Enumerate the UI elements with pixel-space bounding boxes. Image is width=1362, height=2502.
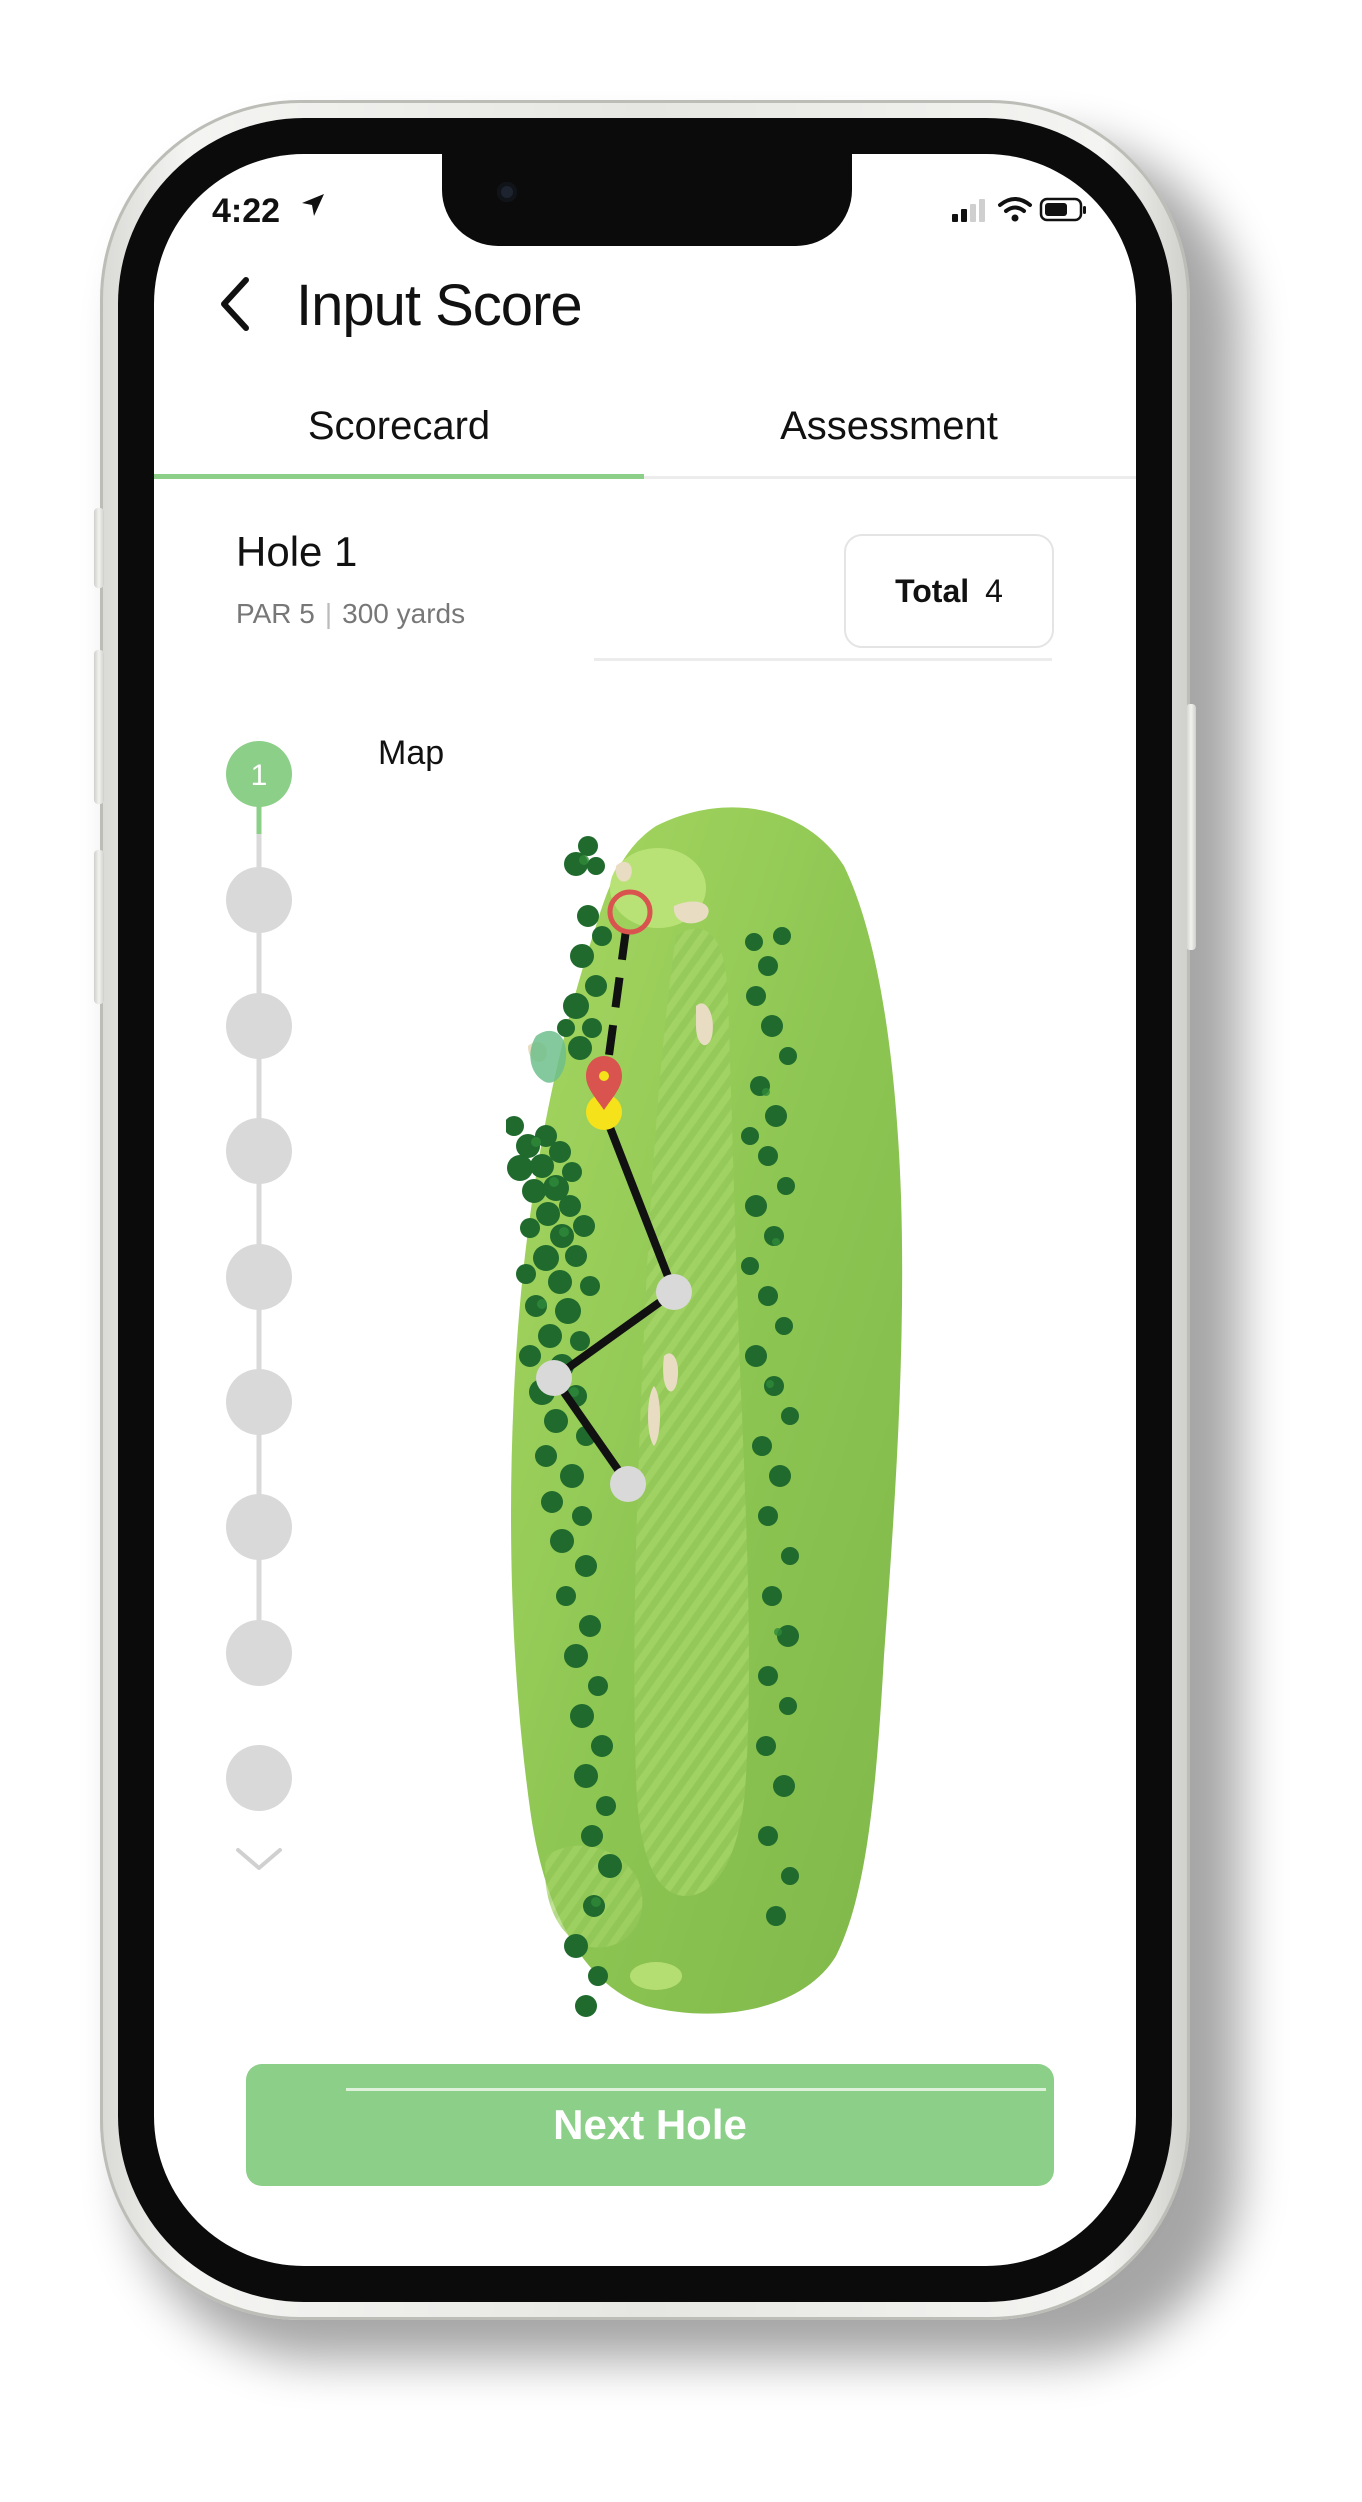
next-hole-label: Next Hole [553, 2101, 747, 2148]
notch [442, 154, 852, 246]
battery-icon [1039, 197, 1086, 222]
total-value: 4 [985, 572, 1003, 609]
step-3[interactable] [226, 993, 292, 1059]
volume-down-button [94, 850, 104, 1004]
app-screen: 4:22 Input Score Scorecard Assessment Ho… [154, 154, 1136, 2266]
step-1-label: 1 [251, 759, 268, 792]
hole-divider [594, 658, 1052, 661]
step-2[interactable] [226, 867, 292, 933]
page-title: Input Score [296, 273, 583, 338]
wifi-icon [998, 197, 1032, 222]
shot-stepper: 1 [226, 741, 292, 1811]
status-icons [952, 197, 1086, 222]
tab-assessment[interactable]: Assessment [644, 404, 1134, 449]
active-tab-indicator [154, 474, 644, 479]
signal-icon [952, 199, 985, 222]
hole-map[interactable] [506, 796, 926, 2036]
button-highlight-line [346, 2088, 1046, 2091]
shot-marker-1 [536, 1360, 572, 1396]
meta-separator: | [324, 598, 333, 629]
hole-title: Hole 1 [236, 528, 358, 575]
step-9[interactable] [226, 1745, 292, 1811]
total-score-box: Total 4 [844, 534, 1054, 648]
step-7[interactable] [226, 1494, 292, 1560]
location-arrow-icon [302, 194, 324, 216]
hole-meta: PAR 5 | 300 yards [236, 598, 465, 630]
shot-marker-2 [656, 1274, 692, 1310]
tab-scorecard[interactable]: Scorecard [154, 404, 644, 449]
pin-dot [599, 1071, 609, 1081]
hole-par: PAR 5 [236, 598, 315, 629]
volume-up-button [94, 650, 104, 804]
step-6[interactable] [226, 1369, 292, 1435]
chevron-down-icon[interactable] [234, 1844, 284, 1874]
step-4[interactable] [226, 1118, 292, 1184]
power-button [1186, 704, 1196, 950]
tee-marker [610, 1466, 646, 1502]
total-label: Total [895, 572, 970, 609]
next-hole-button[interactable]: Next Hole [246, 2064, 1054, 2186]
tee-box [630, 1962, 682, 1990]
status-time: 4:22 [212, 192, 281, 230]
step-8[interactable] [226, 1620, 292, 1686]
hole-distance: 300 yards [342, 598, 466, 629]
front-camera [497, 182, 517, 202]
map-label: Map [378, 734, 445, 772]
silent-switch [94, 508, 104, 588]
step-5[interactable] [226, 1244, 292, 1310]
back-chevron-icon[interactable] [216, 274, 252, 334]
